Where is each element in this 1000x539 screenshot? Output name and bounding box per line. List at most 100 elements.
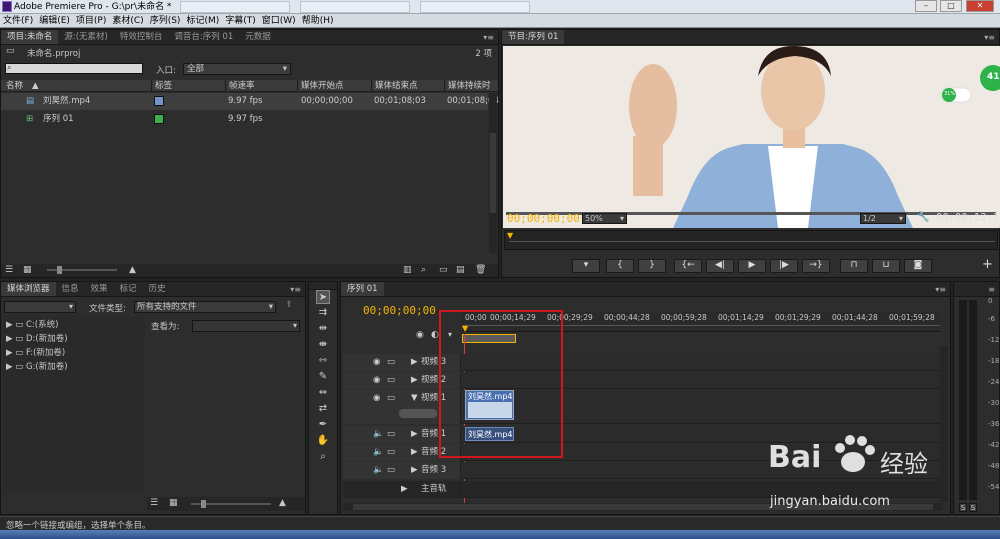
label-swatch[interactable]: [154, 114, 164, 124]
close-button[interactable]: ✕: [966, 0, 994, 12]
sync-lock-icon[interactable]: ▭: [387, 444, 395, 461]
expand-arrow-icon[interactable]: ▶: [411, 354, 418, 371]
maximize-button[interactable]: □: [940, 0, 962, 12]
collapse-arrow-icon[interactable]: ▼: [411, 390, 418, 407]
list-view-icon[interactable]: ☰: [5, 265, 13, 275]
col-label[interactable]: 标签: [151, 80, 172, 92]
wrench-icon[interactable]: 🔧: [917, 212, 929, 223]
sync-lock-icon[interactable]: ▭: [387, 354, 395, 371]
menu-title[interactable]: 字幕(T): [222, 14, 259, 28]
menu-sequence[interactable]: 序列(S): [147, 14, 184, 28]
col-media-start[interactable]: 媒体开始点: [297, 80, 344, 92]
automate-icon[interactable]: ▥: [403, 265, 412, 275]
timeline-timecode[interactable]: 00;00;00;00: [363, 304, 436, 317]
icon-view-icon[interactable]: ▦: [23, 265, 32, 275]
step-back-button[interactable]: ◀|: [706, 259, 734, 273]
lift-button[interactable]: ⊓: [840, 259, 868, 273]
menu-help[interactable]: 帮助(H): [299, 14, 337, 28]
find-icon[interactable]: ⌕: [421, 265, 426, 275]
panel-menu-icon[interactable]: ▾≡: [483, 30, 494, 44]
export-frame-button[interactable]: ◙: [904, 259, 932, 273]
drive-item[interactable]: ▶ ▭ C:(系统): [6, 318, 58, 332]
solo-right-button[interactable]: S: [969, 503, 977, 512]
menu-marker[interactable]: 标记(M): [183, 14, 222, 28]
slip-tool-icon[interactable]: ⇔: [316, 386, 330, 400]
col-media-end[interactable]: 媒体结束点: [371, 80, 418, 92]
tab-effects[interactable]: 效果: [85, 282, 114, 296]
icon-view-icon[interactable]: ▦: [169, 498, 178, 508]
pen-tool-icon[interactable]: ✒: [316, 418, 330, 432]
sync-lock-icon[interactable]: ▭: [387, 462, 395, 479]
up-arrow-icon[interactable]: ⬆: [285, 300, 293, 310]
expand-arrow-icon[interactable]: ▶: [401, 481, 408, 498]
current-timecode[interactable]: 00;00;00;00: [507, 212, 580, 225]
rolling-edit-tool-icon[interactable]: ⇼: [316, 338, 330, 352]
razor-tool-icon[interactable]: ✎: [316, 370, 330, 384]
background-tab[interactable]: [300, 1, 410, 13]
hand-tool-icon[interactable]: ✋: [316, 434, 330, 448]
tab-media-browser[interactable]: 媒体浏览器: [1, 282, 56, 296]
col-fps[interactable]: 帧速率: [225, 80, 255, 92]
step-forward-button[interactable]: |▶: [770, 259, 798, 273]
menu-clip[interactable]: 素材(C): [109, 14, 146, 28]
tab-sequence[interactable]: 序列 01: [341, 282, 384, 296]
col-media-duration[interactable]: 媒体持续时: [444, 80, 491, 92]
playhead-icon[interactable]: ▼: [507, 231, 513, 240]
go-to-out-button[interactable]: →}: [802, 259, 830, 273]
menu-project[interactable]: 项目(P): [73, 14, 109, 28]
tab-markers[interactable]: 标记: [114, 282, 143, 296]
scrollbar[interactable]: [489, 93, 497, 253]
tab-effect-controls[interactable]: 特效控制台: [114, 30, 169, 44]
list-item[interactable]: ⊞ 序列 01 9.97 fps: [1, 111, 488, 128]
extract-button[interactable]: ⊔: [872, 259, 900, 273]
tab-history[interactable]: 历史: [143, 282, 172, 296]
expand-arrow-icon[interactable]: ▶: [411, 372, 418, 389]
search-input[interactable]: [5, 63, 143, 74]
path-dropdown[interactable]: ▾: [4, 301, 76, 313]
tab-info[interactable]: 信息: [56, 282, 85, 296]
mark-in-button[interactable]: {: [606, 259, 634, 273]
eye-icon[interactable]: ◉: [373, 372, 380, 389]
snap-icon[interactable]: ◉: [416, 330, 424, 340]
list-view-icon[interactable]: ☰: [150, 498, 158, 508]
new-bin-icon[interactable]: ▭: [439, 265, 448, 275]
expand-arrow-icon[interactable]: ▶: [411, 462, 418, 479]
keyframe-nav[interactable]: [399, 409, 437, 418]
background-tab[interactable]: [180, 1, 290, 13]
track-select-tool-icon[interactable]: ⇉: [316, 306, 330, 320]
tab-source[interactable]: 源:(无素材): [58, 30, 114, 44]
sync-lock-icon[interactable]: ▭: [387, 426, 395, 443]
eye-icon[interactable]: ◉: [373, 390, 380, 407]
speaker-icon[interactable]: 🔈: [373, 426, 384, 443]
minimize-button[interactable]: –: [915, 0, 937, 12]
label-swatch[interactable]: [154, 96, 164, 106]
rate-stretch-tool-icon[interactable]: ⇿: [316, 354, 330, 368]
expand-arrow-icon[interactable]: ▶: [411, 426, 418, 443]
sync-lock-icon[interactable]: ▭: [387, 390, 395, 407]
monitor-time-ruler[interactable]: ▼: [504, 230, 998, 250]
list-item[interactable]: ▤ 刘昊然.mp4 9.97 fps 00;00;00;00 00;01;08;…: [1, 93, 499, 110]
ripple-edit-tool-icon[interactable]: ⇹: [316, 322, 330, 336]
zoom-tool-icon[interactable]: ⌕: [316, 450, 330, 464]
zoom-slider[interactable]: [47, 266, 117, 274]
zoom-slider[interactable]: [191, 500, 271, 508]
menu-file[interactable]: 文件(F): [0, 14, 36, 28]
trash-icon[interactable]: 🗑: [475, 265, 486, 275]
panel-menu-icon[interactable]: ▾≡: [984, 30, 995, 44]
menu-edit[interactable]: 编辑(E): [36, 14, 73, 28]
file-type-dropdown[interactable]: 所有支持的文件 ▾: [134, 301, 276, 313]
sync-lock-icon[interactable]: ▭: [387, 372, 395, 389]
speaker-icon[interactable]: 🔈: [373, 444, 384, 461]
view-as-dropdown[interactable]: ▾: [192, 320, 300, 332]
expand-arrow-icon[interactable]: ▶: [411, 444, 418, 461]
sequence-marker-icon[interactable]: ◐: [431, 330, 439, 340]
go-to-in-button[interactable]: {←: [674, 259, 702, 273]
tab-metadata[interactable]: 元数据: [239, 30, 277, 44]
eye-icon[interactable]: ◉: [373, 354, 380, 371]
background-tab[interactable]: [420, 1, 530, 13]
zoom-dropdown[interactable]: 50% ▾: [582, 213, 627, 224]
drive-item[interactable]: ▶ ▭ F:(新加卷): [6, 346, 65, 360]
new-item-icon[interactable]: ▤: [456, 265, 465, 275]
menu-window[interactable]: 窗口(W): [259, 14, 299, 28]
resolution-dropdown[interactable]: 1/2 ▾: [860, 213, 906, 224]
